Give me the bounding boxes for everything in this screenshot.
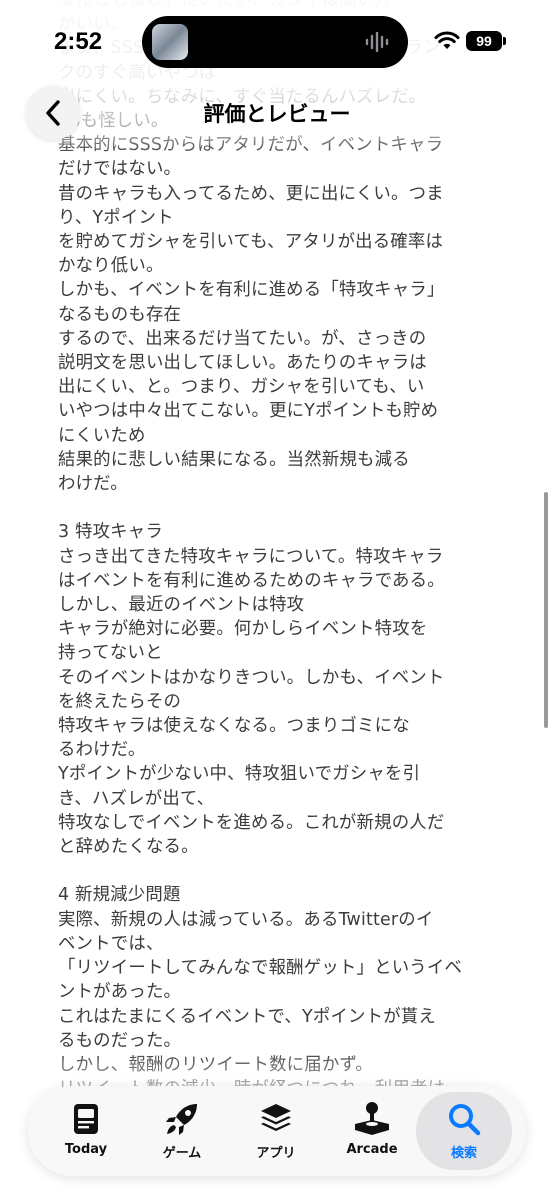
review-line: 結果的に悲しい結果になる。当然新規も減る (58, 449, 410, 470)
review-line: ントがあった。 (58, 982, 182, 1003)
today-icon (74, 1104, 98, 1134)
review-line: 「リツイートしてみんなで報酬ゲット」というイベ (58, 958, 463, 979)
rocket-icon (166, 1104, 197, 1135)
review-line: 持ってないと (58, 643, 163, 664)
apps-stack-icon (261, 1104, 291, 1131)
tab-bar: Today ゲーム アプリ Arcade 検索 (28, 1086, 526, 1176)
now-playing-artwork (152, 24, 188, 60)
tab-apps[interactable]: アプリ (228, 1092, 324, 1170)
review-line: だけではない。 (58, 159, 182, 180)
search-icon (449, 1104, 481, 1136)
joystick-icon (355, 1102, 389, 1135)
review-line: しかし、最近のイベントは特攻 (58, 595, 305, 616)
tab-games[interactable]: ゲーム (134, 1092, 230, 1170)
review-line: と辞めたくなる。 (58, 837, 199, 858)
review-body: なんとも微妙。だいたい、ガシャは高い方がいい。まぁ、SSSはすぐ出ないだろうけど… (58, 0, 498, 1126)
review-line: しかも、イベントを有利に進める「特攻キャラ」 (58, 280, 445, 301)
status-bar: 2:52 99 (0, 0, 554, 80)
tab-label: ゲーム (162, 1146, 202, 1161)
review-line: キャラが絶対に必要。何かしらイベント特攻を (58, 619, 428, 640)
review-line: り、Yポイント (58, 207, 174, 228)
tab-search[interactable]: 検索 (416, 1092, 512, 1170)
battery-cap (503, 37, 506, 45)
review-line: これはたまにくるイベントで、Yポイントが貰え (58, 1006, 436, 1027)
audio-waveform-icon (365, 32, 389, 52)
review-line: を終えたらその (58, 691, 182, 712)
review-line: さっき出てきた特攻キャラについて。特攻キャラ (58, 546, 444, 567)
review-line: 特攻なしでイベントを進める。これが新規の人だ (58, 812, 445, 833)
dynamic-island[interactable] (142, 16, 408, 68)
review-line: 実際、新規の人は減っている。あるTwitterのイ (58, 909, 434, 930)
review-line: そのイベントはかなりきつい。しかも、イベント (58, 667, 445, 688)
review-line: き、ハズレが出て、 (58, 788, 215, 809)
review-line: を貯めてガシャを引いても、アタリが出る確率は (58, 232, 444, 253)
review-line: 出にくい、と。つまり、ガシャを引いても、い (58, 377, 425, 398)
review-line: するので、出来るだけ当てたい。が、さっきの (58, 328, 427, 349)
review-line: Yポイントが少ない中、特攻狙いでガシャを引 (58, 764, 421, 785)
review-line: 説明文を思い出してほしい。あたりのキャラは (58, 353, 427, 374)
review-line: かなり低い。 (58, 256, 164, 277)
tab-today[interactable]: Today (38, 1092, 134, 1170)
wifi-icon (434, 31, 460, 49)
review-line: 4 新規減少問題 (58, 885, 181, 906)
battery-indicator: 99 (466, 31, 502, 51)
page-title: 評価とレビュー (203, 102, 351, 126)
status-time: 2:52 (54, 28, 103, 55)
tab-label: アプリ (256, 1146, 296, 1161)
review-line: いやつは中々出てこない。更にYポイントも貯め (58, 401, 439, 422)
review-line: 昔のキャラも入ってるため、更に出にくい。つま (58, 183, 444, 204)
tab-label: Arcade (346, 1142, 398, 1157)
review-scroll-area[interactable]: なんとも微妙。だいたい、ガシャは高い方がいい。まぁ、SSSはすぐ出ないだろうけど… (0, 0, 554, 1200)
review-line: にくいため (58, 425, 146, 446)
tab-label: 検索 (450, 1146, 477, 1161)
review-line: なるものも存在 (58, 304, 182, 325)
review-line: はイベントを有利に進めるためのキャラである。 (58, 570, 445, 591)
scrollbar[interactable] (544, 492, 548, 728)
review-line: ベントでは、 (58, 933, 164, 954)
review-line: 特攻キャラは使えなくなる。つまりゴミにな (58, 716, 410, 737)
review-line: るわけだ。 (58, 740, 146, 761)
tab-arcade[interactable]: Arcade (324, 1092, 420, 1170)
review-line: わけだ。 (58, 474, 128, 495)
tab-label: Today (64, 1142, 108, 1157)
review-line: 3 特攻キャラ (58, 522, 163, 543)
